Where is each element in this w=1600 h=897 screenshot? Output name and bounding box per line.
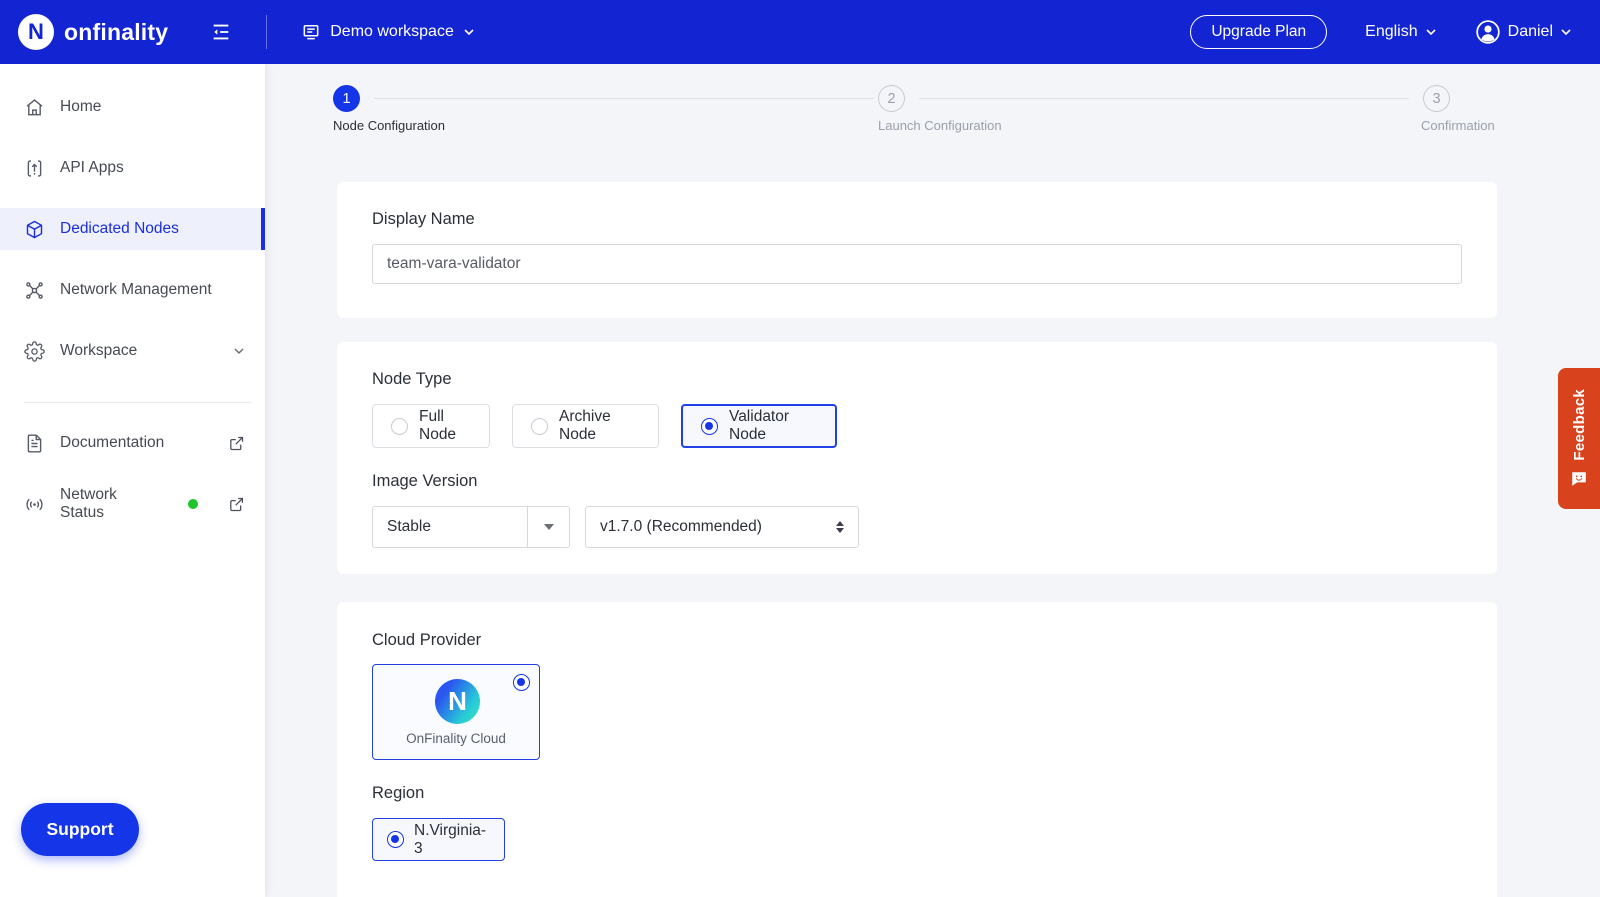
region-option-label: N.Virginia-3 [414,822,490,858]
node-type-option-label: Archive Node [559,408,640,444]
node-type-option-archive-node[interactable]: Archive Node [512,404,659,448]
feedback-tab[interactable]: Feedback [1558,368,1600,509]
up-down-arrows-icon [836,521,858,533]
external-link-icon [228,496,245,513]
sidebar-item-network-management[interactable]: Network Management [0,269,265,311]
language-selector[interactable]: English [1365,23,1436,41]
provider-option-onfinality-cloud[interactable]: N OnFinality Cloud [372,664,540,760]
region-option-nvirginia-3[interactable]: N.Virginia-3 [372,818,505,861]
sidebar-item-dedicated-nodes[interactable]: Dedicated Nodes [0,208,265,250]
node-type-option-label: Full Node [419,408,471,444]
main-content: 1 Node Configuration 2 Launch Configurat… [265,64,1600,897]
step-3-label: Confirmation [1421,118,1495,133]
network-icon [24,280,45,301]
user-name: Daniel [1508,23,1553,41]
sidebar-collapse-icon[interactable] [210,21,232,43]
signal-icon [24,494,45,515]
image-channel-select[interactable]: Stable [372,506,570,548]
radio-icon [531,418,548,435]
topbar-divider [266,15,267,49]
node-type-option-full-node[interactable]: Full Node [372,404,490,448]
brand-name: onfinality [64,19,168,46]
display-name-card: Display Name [337,182,1497,318]
chevron-down-icon [1425,26,1437,38]
step-2-label: Launch Configuration [878,118,1002,133]
sidebar-item-label: Workspace [60,342,137,360]
sidebar: Home API Apps Dedicated Nodes Network [0,64,265,897]
step-3-circle: 3 [1423,85,1450,112]
onfinality-cloud-logo-icon: N [435,679,480,724]
radio-checked-icon [387,831,404,848]
radio-checked-icon [701,418,718,435]
onfinality-logo-icon: N [18,14,54,50]
language-label: English [1365,23,1417,41]
image-version-value: v1.7.0 (Recommended) [586,518,762,536]
node-type-option-validator-node[interactable]: Validator Node [681,404,837,448]
chevron-down-icon [463,26,475,38]
brand[interactable]: N onfinality [0,14,168,50]
radio-checked-icon [513,674,530,691]
api-apps-icon [24,158,45,179]
step-connector [919,98,1409,99]
sidebar-item-network-status[interactable]: Network Status [0,483,265,525]
home-icon [24,97,45,118]
sidebar-item-workspace[interactable]: Workspace [0,330,265,372]
step-2-circle: 2 [878,85,905,112]
sidebar-item-label: Documentation [60,434,164,452]
document-icon [24,433,45,454]
step-connector [374,98,874,99]
cloud-provider-card: Cloud Provider N OnFinality Cloud Region… [337,602,1497,897]
step-1-label: Node Configuration [333,118,445,133]
node-type-card: Node Type Full Node Archive Node Validat… [337,342,1497,574]
upgrade-plan-button[interactable]: Upgrade Plan [1190,15,1327,49]
sidebar-item-label: API Apps [60,159,124,177]
display-name-label: Display Name [372,210,475,229]
monitor-icon [301,22,321,42]
sidebar-item-label: Network Status [60,486,164,522]
workspace-name: Demo workspace [330,23,454,41]
image-version-label: Image Version [372,472,477,491]
gear-icon [24,341,45,362]
image-channel-value: Stable [373,518,431,536]
support-button[interactable]: Support [21,803,139,856]
feedback-smiley-icon [1570,470,1588,488]
caret-down-icon [527,507,569,547]
wizard-stepper: 1 Node Configuration 2 Launch Configurat… [265,64,1600,144]
chevron-down-icon [1560,26,1572,38]
node-type-label: Node Type [372,370,452,389]
workspace-selector[interactable]: Demo workspace [301,22,475,42]
step-1-circle: 1 [333,85,360,112]
sidebar-item-label: Dedicated Nodes [60,220,179,238]
node-type-option-label: Validator Node [729,408,817,444]
external-link-icon [228,435,245,452]
sidebar-item-documentation[interactable]: Documentation [0,422,265,464]
sidebar-divider [24,402,251,403]
region-label: Region [372,784,424,803]
chevron-down-icon [233,345,245,357]
feedback-label: Feedback [1571,389,1588,461]
sidebar-item-label: Home [60,98,101,116]
cube-icon [24,219,45,240]
user-menu[interactable]: Daniel [1475,19,1572,45]
radio-icon [391,418,408,435]
display-name-input[interactable] [372,244,1462,284]
top-navbar: N onfinality Demo workspace Upgrade Plan… [0,0,1600,64]
cloud-provider-label: Cloud Provider [372,631,481,650]
sidebar-item-api-apps[interactable]: API Apps [0,147,265,189]
sidebar-item-label: Network Management [60,281,212,299]
status-online-dot [188,499,198,509]
app-root: N onfinality Demo workspace Upgrade Plan… [0,0,1600,897]
avatar-icon [1475,19,1501,45]
provider-option-label: OnFinality Cloud [373,731,539,746]
sidebar-item-home[interactable]: Home [0,86,265,128]
image-version-select[interactable]: v1.7.0 (Recommended) [585,506,859,548]
